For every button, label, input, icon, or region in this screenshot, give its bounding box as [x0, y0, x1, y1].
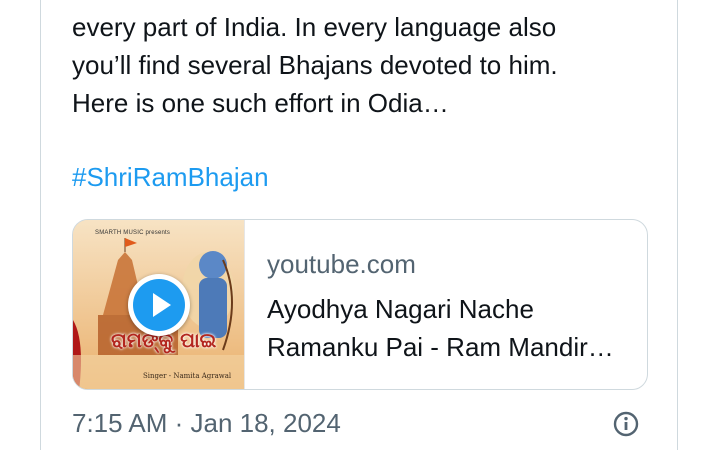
thumbnail-singer: Singer - Namita Agrawal	[143, 372, 232, 380]
tweet-timestamp[interactable]: 7:15 AM · Jan 18, 2024	[72, 404, 341, 442]
card-title: Ayodhya Nagari Nache Ramanku Pai - Ram M…	[267, 290, 627, 366]
video-thumbnail[interactable]: SMARTH MUSIC presents ରାମଙ୍କୁ ପାଇ Singer…	[73, 220, 245, 389]
info-icon[interactable]	[612, 410, 640, 438]
hashtag-link[interactable]: #ShriRamBhajan	[72, 158, 269, 196]
youtube-link-card[interactable]: SMARTH MUSIC presents ରାମଙ୍କୁ ପାଇ Singer…	[72, 219, 648, 390]
card-domain: youtube.com	[267, 249, 416, 279]
card-title-line: Ayodhya Nagari Nache	[267, 294, 534, 324]
card-title-line: Ramanku Pai - Ram Mandir…	[267, 332, 614, 362]
tweet-text-line: every part of India. In every language a…	[72, 12, 557, 42]
tweet-text-line: you’ll find several Bhajans devoted to h…	[72, 50, 558, 80]
tweet-text-line: Here is one such effort in Odia…	[72, 88, 449, 118]
thumbnail-brand: SMARTH MUSIC presents	[95, 230, 171, 236]
play-button[interactable]	[128, 274, 190, 336]
play-icon	[133, 279, 185, 331]
tweet-body-text: every part of India. In every language a…	[72, 8, 652, 122]
